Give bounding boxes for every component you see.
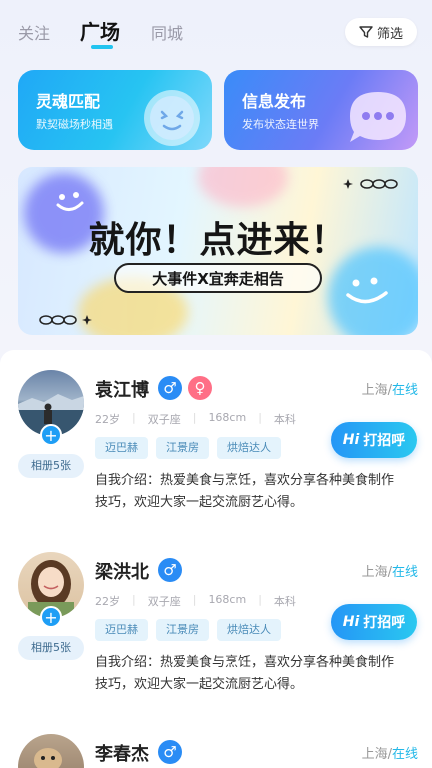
greet-button[interactable]: Hi 打招呼 <box>331 422 417 458</box>
intro-line: 技巧，欢迎大家一起交流厨艺心得。 <box>95 677 304 692</box>
hi-label: Hi <box>342 432 360 448</box>
filter-label: 筛选 <box>376 26 403 42</box>
tag: 迈巴赫 <box>95 437 148 459</box>
height: 168cm <box>208 411 247 424</box>
male-icon: ♂ <box>158 558 182 582</box>
tab-square[interactable]: 广场 <box>80 16 120 45</box>
greet-label: 打招呼 <box>363 433 406 449</box>
tag-list: 迈巴赫 江景房 烘焙达人 <box>95 437 289 459</box>
divider: | <box>132 411 136 424</box>
user-name: 梁洪北 <box>95 562 149 583</box>
online-status: 在线 <box>391 747 418 762</box>
intro-text: 自我介绍：热爱美食与烹饪，喜欢分享各种美食制作 技巧，欢迎大家一起交流厨艺心得。 <box>95 652 420 696</box>
card-subtitle: 默契磁场秒相遇 <box>36 118 113 131</box>
intro-line: 自我介绍：热爱美食与烹饪，喜欢分享各种美食制作 <box>95 655 395 670</box>
album-button[interactable]: 相册5张 <box>18 454 84 478</box>
location-status: 上海/在线 <box>362 743 418 762</box>
city: 上海 <box>361 565 388 580</box>
divider: | <box>192 411 197 424</box>
user-stats: 22岁 | 双子座 | 168cm | 本科 <box>95 411 308 427</box>
sparkle-chain-icon <box>39 315 92 325</box>
hi-label: Hi <box>342 614 360 630</box>
city: 上海 <box>361 383 388 398</box>
tag: 烘焙达人 <box>217 619 281 641</box>
user-list: + 相册5张 袁江博 ♂ ♀ 上海/在线 22岁 | 双子座 | 168cm | 本科… <box>0 350 432 768</box>
add-photo-icon[interactable]: + <box>40 424 62 446</box>
smiley-icon <box>346 277 388 304</box>
intro-line: 技巧，欢迎大家一起交流厨艺心得。 <box>95 495 304 510</box>
tab-same-city[interactable]: 同城 <box>151 20 183 44</box>
greet-button[interactable]: Hi 打招呼 <box>331 604 417 640</box>
male-icon: ♂ <box>158 376 182 400</box>
zodiac: 双子座 <box>147 595 181 608</box>
age: 22岁 <box>95 413 120 426</box>
card-title: 信息发布 <box>242 92 307 111</box>
filter-icon <box>359 26 373 38</box>
user-name: 袁江博 <box>95 380 149 401</box>
avatar[interactable] <box>18 734 84 768</box>
card-title: 灵魂匹配 <box>36 92 101 111</box>
divider: | <box>132 593 136 606</box>
intro-line: 自我介绍：热爱美食与烹饪，喜欢分享各种美食制作 <box>95 473 395 488</box>
soul-match-card[interactable]: 灵魂匹配 默契磁场秒相遇 <box>18 70 212 150</box>
user-stats: 22岁 | 双子座 | 168cm | 本科 <box>95 593 308 609</box>
zodiac: 双子座 <box>147 413 181 426</box>
tag: 江景房 <box>156 437 209 459</box>
height: 168cm <box>208 593 247 606</box>
greet-label: 打招呼 <box>363 615 406 631</box>
tag: 烘焙达人 <box>217 437 281 459</box>
album-button[interactable]: 相册5张 <box>18 636 84 660</box>
intro-text: 自我介绍：热爱美食与烹饪，喜欢分享各种美食制作 技巧，欢迎大家一起交流厨艺心得。 <box>95 470 420 514</box>
promo-banner[interactable]: 就你！点进来！ 大事件X宜奔走相告 <box>18 167 418 335</box>
banner-title: 就你！点进来！ <box>88 220 348 261</box>
location-status: 上海/在线 <box>362 379 418 398</box>
tab-follow[interactable]: 关注 <box>18 20 50 44</box>
avatar-image <box>34 748 62 768</box>
age: 22岁 <box>95 595 120 608</box>
city: 上海 <box>361 747 388 762</box>
male-icon: ♂ <box>158 740 182 764</box>
education: 本科 <box>273 595 296 608</box>
location-status: 上海/在线 <box>362 561 418 580</box>
decor-blob <box>198 167 288 207</box>
banner-subtitle: 大事件X宜奔走相告 <box>114 263 322 293</box>
add-photo-icon[interactable]: + <box>40 606 62 628</box>
user-name: 李春杰 <box>95 744 149 765</box>
card-subtitle: 发布状态连世界 <box>242 118 319 131</box>
tag: 迈巴赫 <box>95 619 148 641</box>
online-status: 在线 <box>391 383 418 398</box>
filter-button[interactable]: 筛选 <box>345 18 417 46</box>
divider: | <box>192 593 197 606</box>
tag: 江景房 <box>156 619 209 641</box>
smiley-bubble-icon <box>144 90 200 146</box>
female-icon: ♀ <box>188 376 212 400</box>
top-bar: 关注 广场 同城 筛选 <box>0 0 432 64</box>
divider: | <box>258 411 262 424</box>
divider: | <box>258 593 262 606</box>
chat-bubble-icon <box>350 92 406 142</box>
education: 本科 <box>273 413 296 426</box>
post-info-card[interactable]: 信息发布 发布状态连世界 <box>224 70 418 150</box>
tag-list: 迈巴赫 江景房 烘焙达人 <box>95 619 289 641</box>
online-status: 在线 <box>391 565 418 580</box>
active-tab-indicator <box>91 45 113 49</box>
sparkle-chain-icon <box>343 179 398 189</box>
